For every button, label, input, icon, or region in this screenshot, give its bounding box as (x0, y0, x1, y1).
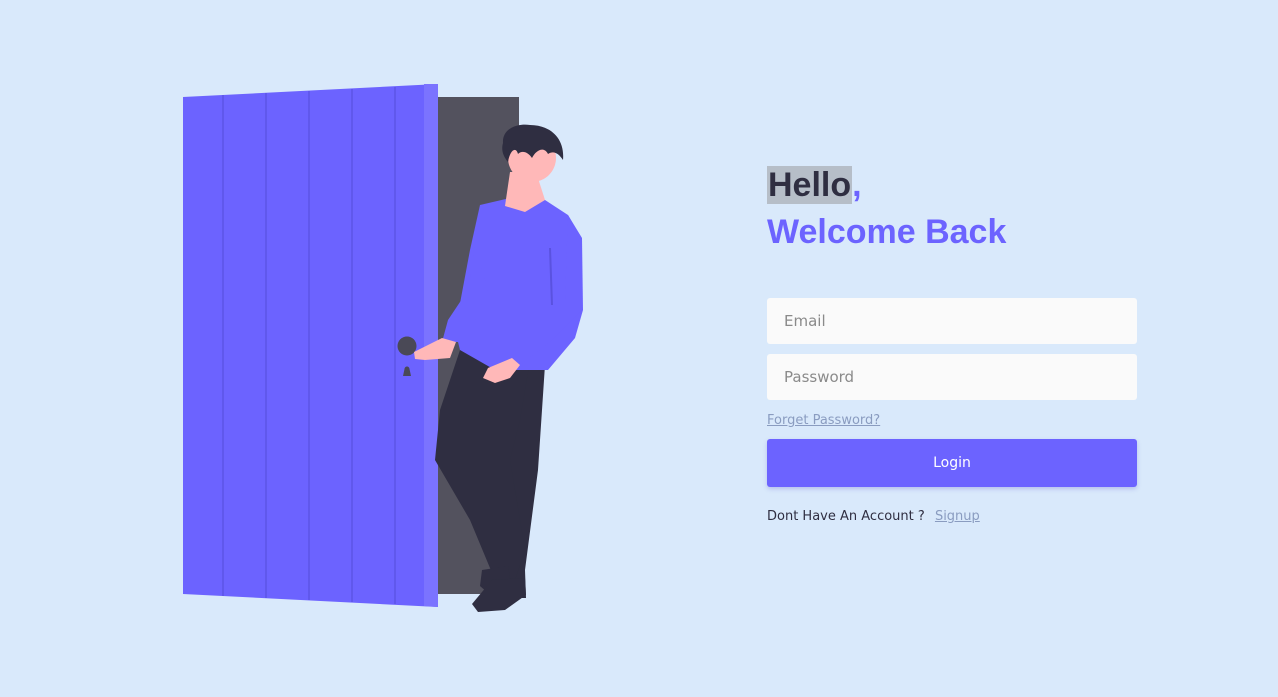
forgot-password-link[interactable]: Forget Password? (767, 413, 880, 428)
greeting-heading: Hello, (767, 161, 1137, 209)
login-page: Hello, Welcome Back Forget Password? Log… (0, 0, 1278, 697)
signup-prompt: Dont Have An Account ? (767, 509, 925, 524)
person-opening-door-illustration (183, 84, 583, 612)
login-button[interactable]: Login (767, 439, 1137, 487)
greeting-comma: , (852, 166, 862, 204)
password-field[interactable] (767, 354, 1137, 400)
email-field[interactable] (767, 298, 1137, 344)
signup-row: Dont Have An Account ? Signup (767, 509, 1137, 524)
signup-link[interactable]: Signup (935, 509, 980, 524)
login-form: Hello, Welcome Back Forget Password? Log… (767, 161, 1137, 524)
greeting-hello: Hello (767, 166, 853, 204)
door-knob (397, 336, 417, 356)
greeting-welcome: Welcome Back (767, 213, 1007, 251)
